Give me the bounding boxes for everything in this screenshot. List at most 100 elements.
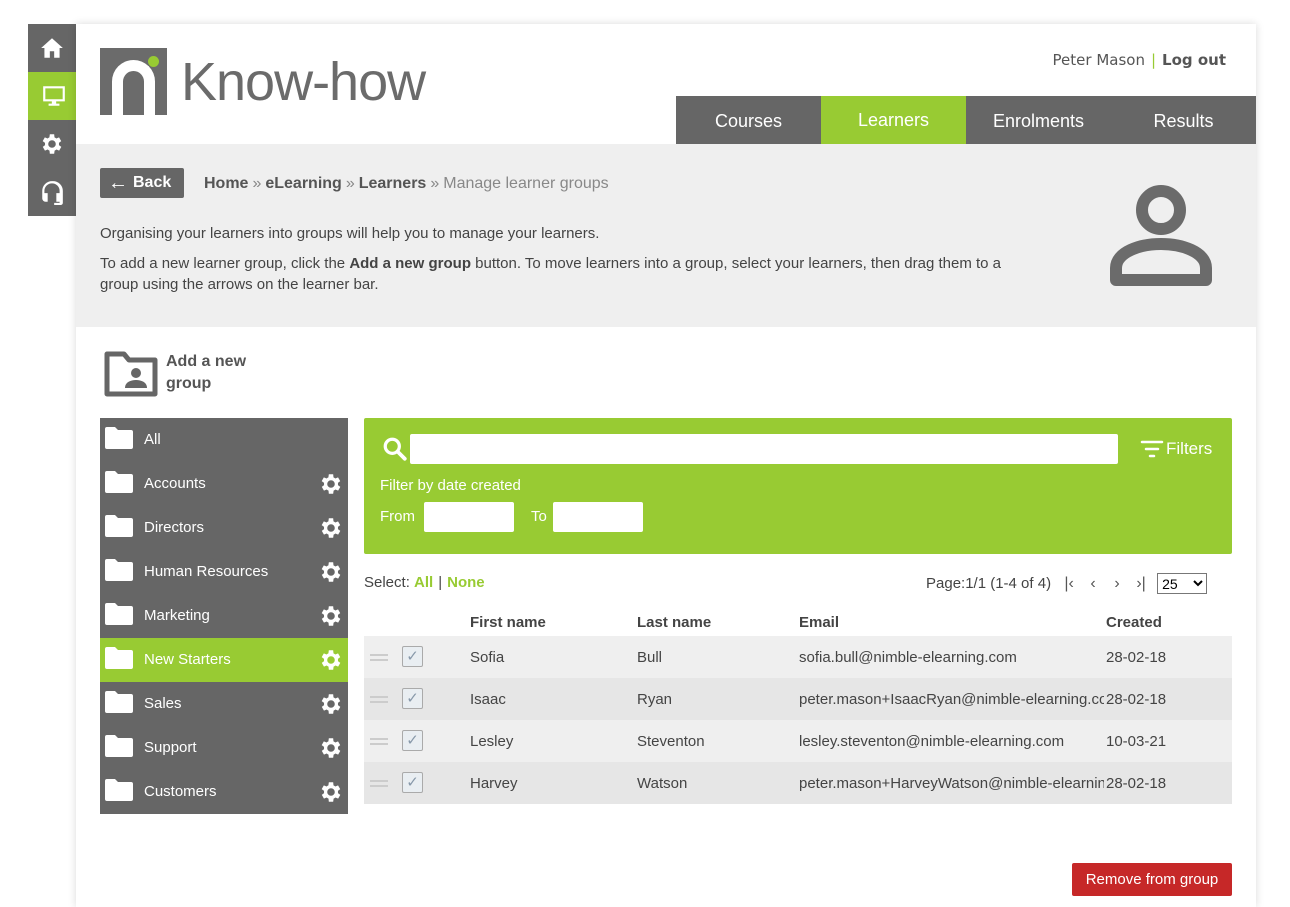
filter-icon xyxy=(1140,440,1164,458)
row-checkbox[interactable]: ✓ xyxy=(402,730,423,751)
group-list: All Accounts Directors Human Resources M… xyxy=(100,418,348,814)
table-row: ✓ Sofia Bull sofia.bull@nimble-elearning… xyxy=(364,636,1232,678)
gear-icon[interactable] xyxy=(318,471,344,497)
add-group-label-line1: Add a new xyxy=(166,353,247,370)
to-label: To xyxy=(531,508,547,525)
tab-enrolments[interactable]: Enrolments xyxy=(966,96,1111,147)
to-date-input[interactable] xyxy=(553,502,643,532)
group-name: Customers xyxy=(144,783,217,800)
group-item-all[interactable]: All xyxy=(100,418,348,462)
gear-icon[interactable] xyxy=(318,735,344,761)
select-label: Select: xyxy=(364,574,410,591)
rail-home[interactable] xyxy=(28,24,76,72)
rail-settings[interactable] xyxy=(28,120,76,168)
gear-icon[interactable] xyxy=(318,779,344,805)
breadcrumb-current: Manage learner groups xyxy=(443,175,609,192)
logo[interactable]: Know-how xyxy=(100,48,426,115)
back-button[interactable]: ← Back xyxy=(100,168,184,198)
select-all-link[interactable]: All xyxy=(414,574,433,591)
breadcrumb-home[interactable]: Home xyxy=(204,175,248,192)
group-name: New Starters xyxy=(144,651,231,668)
breadcrumb-learners[interactable]: Learners xyxy=(359,175,427,192)
page-size-select[interactable]: 25 xyxy=(1157,573,1208,594)
intro-text-2-start: To add a new learner group, click the xyxy=(100,255,350,272)
gear-icon[interactable] xyxy=(318,647,344,673)
group-name: Human Resources xyxy=(144,563,269,580)
row-checkbox[interactable]: ✓ xyxy=(402,646,423,667)
drag-handle[interactable] xyxy=(370,696,388,703)
user-bar-separator: | xyxy=(1150,51,1157,69)
drag-handle[interactable] xyxy=(370,654,388,661)
intro-text-2: To add a new learner group, click the Ad… xyxy=(100,253,1040,295)
tab-learners[interactable]: Learners xyxy=(821,96,966,147)
logout-link[interactable]: Log out xyxy=(1162,51,1226,69)
cell-first-name: Isaac xyxy=(470,691,506,708)
gear-icon[interactable] xyxy=(318,691,344,717)
col-first-name[interactable]: First name xyxy=(470,614,546,631)
logo-text: Know-how xyxy=(181,51,426,112)
search-panel: Filters Filter by date created From To xyxy=(364,418,1232,554)
group-name: All xyxy=(144,431,161,448)
group-item-customers[interactable]: Customers xyxy=(100,770,348,814)
folder-icon xyxy=(105,735,133,757)
headset-icon xyxy=(42,181,63,205)
add-group-label-line2: group xyxy=(166,375,212,392)
group-item-new-starters[interactable]: New Starters xyxy=(100,638,348,682)
add-group-button[interactable]: Add a new group xyxy=(104,351,276,397)
folder-icon xyxy=(105,515,133,537)
tab-courses[interactable]: Courses xyxy=(676,96,821,147)
folder-icon xyxy=(105,559,133,581)
arrow-left-icon: ← xyxy=(108,172,128,194)
gear-icon[interactable] xyxy=(318,515,344,541)
cell-email: peter.mason+HarveyWatson@nimble-elearnin… xyxy=(799,775,1104,792)
table-body: ✓ Sofia Bull sofia.bull@nimble-elearning… xyxy=(364,636,1232,804)
remove-from-group-button[interactable]: Remove from group xyxy=(1072,863,1232,896)
cell-first-name: Lesley xyxy=(470,733,514,750)
prev-page-icon[interactable]: ‹ xyxy=(1081,575,1105,593)
group-item-accounts[interactable]: Accounts xyxy=(100,462,348,506)
breadcrumb-elearning[interactable]: eLearning xyxy=(265,175,341,192)
group-item-human-resources[interactable]: Human Resources xyxy=(100,550,348,594)
gear-icon xyxy=(42,134,62,154)
filter-by-date-label: Filter by date created xyxy=(380,477,521,494)
cell-last-name: Ryan xyxy=(637,691,673,708)
filters-label: Filters xyxy=(1166,439,1213,458)
tab-results[interactable]: Results xyxy=(1111,96,1256,147)
group-name: Support xyxy=(144,739,197,756)
col-created[interactable]: Created xyxy=(1106,614,1162,631)
filters-button[interactable]: Filters xyxy=(1140,439,1212,459)
group-item-support[interactable]: Support xyxy=(100,726,348,770)
main-card: Know-how Peter Mason | Log out Courses Lea… xyxy=(76,24,1256,907)
page-info: Page:1/1 (1-4 of 4) xyxy=(926,575,1052,592)
rail-support[interactable] xyxy=(28,168,76,216)
group-item-directors[interactable]: Directors xyxy=(100,506,348,550)
search-icon xyxy=(383,437,407,461)
table-row: ✓ Harvey Watson peter.mason+HarveyWatson… xyxy=(364,762,1232,804)
group-name: Accounts xyxy=(144,475,206,492)
cell-first-name: Sofia xyxy=(470,649,505,666)
folder-icon xyxy=(105,603,133,625)
table-header: First name Last name Email Created xyxy=(364,606,1232,636)
gear-icon[interactable] xyxy=(318,603,344,629)
col-last-name[interactable]: Last name xyxy=(637,614,711,631)
drag-handle[interactable] xyxy=(370,780,388,787)
group-item-marketing[interactable]: Marketing xyxy=(100,594,348,638)
folder-icon xyxy=(105,647,133,669)
pagination: Page:1/1 (1-4 of 4) |‹ ‹ › ›| 25 xyxy=(926,573,1208,594)
row-checkbox[interactable]: ✓ xyxy=(402,772,423,793)
add-group-label: Add a new group xyxy=(166,351,276,395)
search-input[interactable] xyxy=(410,434,1118,464)
next-page-icon[interactable]: › xyxy=(1105,575,1129,593)
group-item-sales[interactable]: Sales xyxy=(100,682,348,726)
from-date-input[interactable] xyxy=(424,502,514,532)
drag-handle[interactable] xyxy=(370,738,388,745)
last-page-icon[interactable]: ›| xyxy=(1129,575,1153,593)
row-checkbox[interactable]: ✓ xyxy=(402,688,423,709)
col-email[interactable]: Email xyxy=(799,614,839,631)
rail-elearning[interactable] xyxy=(28,72,80,120)
main-nav: Courses Learners Enrolments Results xyxy=(676,96,1256,147)
select-none-link[interactable]: None xyxy=(447,574,485,591)
intro-text-1: Organising your learners into groups wil… xyxy=(100,225,600,242)
first-page-icon[interactable]: |‹ xyxy=(1057,575,1081,593)
gear-icon[interactable] xyxy=(318,559,344,585)
